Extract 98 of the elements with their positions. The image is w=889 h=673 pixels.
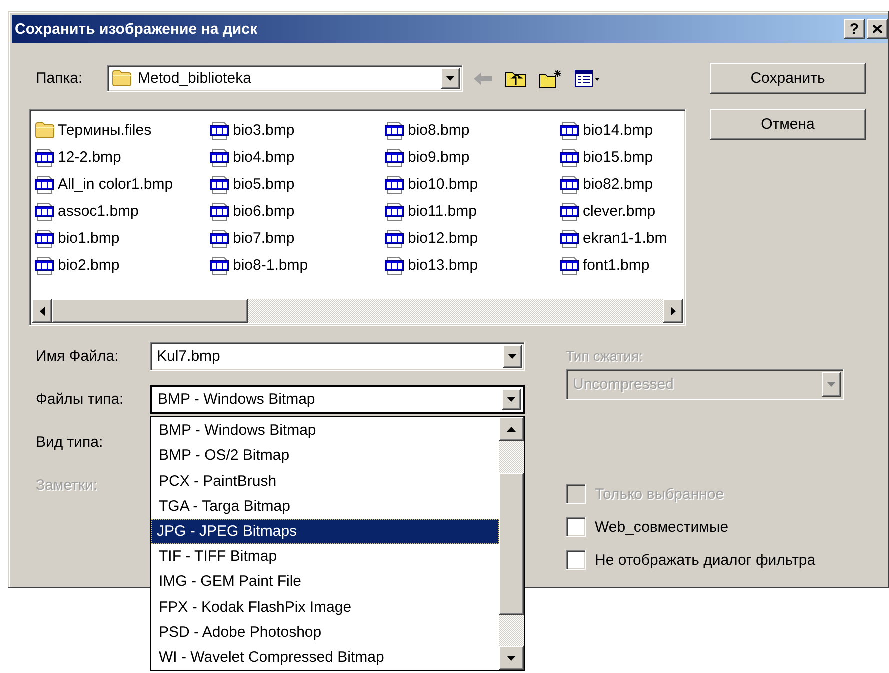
caret-icon bbox=[507, 397, 516, 402]
checkbox[interactable] bbox=[566, 550, 586, 570]
dropdown-option[interactable]: IMG - GEM Paint File bbox=[151, 569, 499, 594]
file-item[interactable]: bio3.bmp bbox=[210, 117, 385, 144]
image-file-icon bbox=[560, 122, 580, 140]
image-file-icon bbox=[210, 122, 230, 140]
help-button[interactable]: ? bbox=[844, 19, 865, 39]
dropdown-button[interactable] bbox=[441, 68, 460, 89]
image-file-icon bbox=[560, 256, 580, 274]
image-file-icon bbox=[35, 148, 55, 166]
checkbox-label: Web_совместимые bbox=[595, 518, 729, 536]
window-title: Сохранить изображение на диск bbox=[15, 20, 258, 38]
dropdown-option[interactable]: WI - Wavelet Compressed Bitmap bbox=[151, 644, 499, 670]
file-item[interactable]: bio82.bmp bbox=[560, 171, 683, 198]
vertical-scrollbar[interactable] bbox=[499, 417, 524, 670]
right-arrow-icon bbox=[670, 306, 676, 316]
file-item[interactable]: All_in color1.bmp bbox=[35, 171, 210, 198]
dropdown-option[interactable]: TIF - TIFF Bitmap bbox=[151, 544, 499, 570]
file-item[interactable]: 12-2.bmp bbox=[35, 144, 210, 171]
caret-icon bbox=[827, 382, 836, 387]
folder-up-icon[interactable] bbox=[505, 70, 527, 88]
checkbox-label: Не отображать диалог фильтра bbox=[595, 552, 816, 568]
image-file-icon bbox=[560, 176, 580, 194]
file-item[interactable]: bio13.bmp bbox=[385, 252, 560, 279]
dropdown-option[interactable]: TGA - Targa Bitmap bbox=[151, 494, 499, 519]
image-file-icon bbox=[385, 176, 405, 194]
scroll-left-button[interactable] bbox=[32, 299, 52, 323]
file-item[interactable]: font1.bmp bbox=[560, 252, 683, 279]
dropdown-option[interactable]: JPG - JPEG Bitmaps bbox=[151, 518, 499, 544]
file-item[interactable]: bio8-1.bmp bbox=[210, 252, 385, 279]
close-button[interactable] bbox=[867, 19, 888, 39]
folder-label: Папка: bbox=[36, 70, 84, 87]
file-item[interactable]: bio4.bmp bbox=[210, 144, 385, 171]
file-type-label: Файлы типа: bbox=[36, 391, 125, 408]
view-menu-icon[interactable] bbox=[575, 70, 601, 88]
dropdown-option[interactable]: PCX - PaintBrush bbox=[151, 468, 499, 494]
image-file-icon bbox=[385, 256, 405, 274]
file-item[interactable]: clever.bmp bbox=[560, 198, 683, 225]
horizontal-scrollbar[interactable] bbox=[32, 299, 683, 323]
file-item[interactable]: bio8.bmp bbox=[385, 117, 560, 144]
file-item[interactable]: ekran1-1.bm bbox=[560, 225, 683, 252]
caret-icon bbox=[446, 76, 455, 81]
file-item[interactable]: bio2.bmp bbox=[35, 252, 210, 279]
close-icon bbox=[873, 25, 882, 33]
image-file-icon bbox=[385, 230, 405, 248]
file-item[interactable]: Термины.files bbox=[35, 117, 210, 144]
file-item[interactable]: bio9.bmp bbox=[385, 144, 560, 171]
dropdown-option[interactable]: BMP - OS/2 Bitmap bbox=[151, 443, 499, 468]
file-item[interactable]: bio1.bmp bbox=[35, 225, 210, 252]
caret-icon bbox=[508, 354, 517, 359]
view-type-label: Вид типа: bbox=[36, 434, 104, 451]
image-file-icon bbox=[560, 230, 580, 248]
left-arrow-icon bbox=[40, 306, 44, 316]
image-file-icon bbox=[35, 176, 55, 194]
file-item[interactable]: bio5.bmp bbox=[210, 171, 385, 198]
dropdown-option[interactable]: FPX - Kodak FlashPix Image bbox=[151, 594, 499, 620]
scroll-up-button[interactable] bbox=[499, 417, 524, 441]
file-item[interactable]: bio11.bmp bbox=[385, 198, 560, 225]
image-file-icon bbox=[210, 202, 230, 220]
file-name-label: Имя Файла: bbox=[36, 348, 120, 365]
scroll-thumb[interactable] bbox=[499, 473, 524, 615]
image-file-icon bbox=[385, 148, 405, 166]
file-name-field[interactable]: Kul7.bmp bbox=[150, 342, 525, 371]
scroll-right-button[interactable] bbox=[663, 299, 683, 323]
caret-icon bbox=[507, 656, 516, 660]
image-file-icon bbox=[35, 230, 55, 248]
file-item[interactable]: bio12.bmp bbox=[385, 225, 560, 252]
file-item[interactable]: bio6.bmp bbox=[210, 198, 385, 225]
image-file-icon bbox=[385, 122, 405, 140]
image-file-icon bbox=[35, 202, 55, 220]
image-file-icon bbox=[210, 230, 230, 248]
dropdown-option[interactable]: BMP - Windows Bitmap bbox=[151, 418, 499, 444]
image-file-icon bbox=[35, 256, 55, 274]
folder-icon bbox=[35, 122, 55, 139]
folder-dropdown[interactable]: Metod_biblioteka bbox=[107, 65, 463, 92]
image-file-icon bbox=[560, 148, 580, 166]
checkbox[interactable] bbox=[566, 517, 586, 537]
save-button[interactable]: Сохранить bbox=[710, 63, 866, 94]
dropdown-button[interactable] bbox=[502, 389, 521, 410]
file-item[interactable]: assoc1.bmp bbox=[35, 198, 210, 225]
file-item[interactable]: bio10.bmp bbox=[385, 171, 560, 198]
image-file-icon bbox=[210, 148, 230, 166]
file-item[interactable]: bio15.bmp bbox=[560, 144, 683, 171]
file-item[interactable]: bio7.bmp bbox=[210, 225, 385, 252]
cancel-button[interactable]: Отмена bbox=[710, 109, 866, 140]
folder-icon bbox=[112, 70, 132, 87]
new-folder-icon[interactable] bbox=[539, 68, 563, 88]
scroll-down-button[interactable] bbox=[499, 646, 524, 670]
up-arrow-icon bbox=[507, 426, 516, 432]
image-file-icon bbox=[560, 202, 580, 220]
scroll-thumb[interactable] bbox=[52, 299, 248, 323]
file-type-dropdown[interactable]: BMP - Windows Bitmap bbox=[150, 385, 525, 414]
image-file-icon bbox=[385, 202, 405, 220]
image-file-icon bbox=[210, 176, 230, 194]
dropdown-option[interactable]: PSD - Adobe Photoshop bbox=[151, 620, 499, 645]
dropdown-button[interactable] bbox=[503, 345, 522, 368]
image-file-icon bbox=[210, 256, 230, 274]
file-item[interactable]: bio14.bmp bbox=[560, 117, 683, 144]
